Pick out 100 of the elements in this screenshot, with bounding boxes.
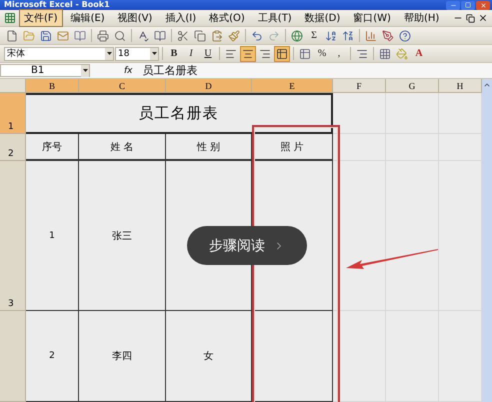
sheet-cell[interactable] xyxy=(333,93,386,134)
sort-descending-icon xyxy=(342,30,354,42)
column-header[interactable]: H xyxy=(439,79,482,93)
table-cell: 女 xyxy=(166,311,252,402)
new-file-icon xyxy=(6,30,18,42)
column-header[interactable]: F xyxy=(333,79,386,93)
align-icon xyxy=(225,48,237,60)
sheet-cell[interactable] xyxy=(333,311,386,402)
maximize-icon xyxy=(465,2,471,8)
sheet-cell[interactable] xyxy=(439,93,482,134)
table-title: 员工名册表 xyxy=(26,93,333,134)
spellcheck-icon xyxy=(137,30,149,42)
font-size-field[interactable]: 18 xyxy=(115,46,159,60)
merge-icon xyxy=(276,48,288,60)
column-header[interactable]: E xyxy=(252,79,333,93)
redo-icon xyxy=(268,30,280,42)
column-header[interactable]: G xyxy=(386,79,439,93)
paintbrush-icon xyxy=(228,30,240,42)
name-box[interactable]: B1 xyxy=(0,64,90,77)
table-cell: 张三 xyxy=(79,161,166,311)
close-icon xyxy=(480,2,486,8)
menu-item[interactable]: 格式(O) xyxy=(204,9,250,27)
sheet-cell[interactable] xyxy=(386,93,439,134)
table-header-cell: 姓 名 xyxy=(79,134,166,161)
copy-button[interactable] xyxy=(192,28,208,44)
font-style-button[interactable]: I xyxy=(183,46,199,62)
paste-icon xyxy=(211,30,223,42)
undo-icon xyxy=(251,30,263,42)
menu-item[interactable]: 插入(I) xyxy=(160,9,202,27)
align-icon xyxy=(259,48,271,60)
globe-icon xyxy=(291,30,303,42)
help-button[interactable] xyxy=(397,28,413,44)
book-icon xyxy=(154,30,166,42)
scissors-icon xyxy=(177,30,189,42)
menu-item[interactable]: 文件(F) xyxy=(19,9,63,27)
restore-icon[interactable] xyxy=(466,14,475,22)
table-header-cell: 性 别 xyxy=(166,134,252,161)
function-label[interactable]: fx xyxy=(124,66,132,76)
dropdown-button[interactable] xyxy=(81,64,89,76)
font-color-button[interactable]: A xyxy=(411,46,427,62)
printer-button[interactable] xyxy=(95,28,111,44)
printer-icon xyxy=(97,30,109,42)
table-cell: 2 xyxy=(26,311,79,402)
sheet-cell[interactable] xyxy=(439,311,482,402)
borders-icon xyxy=(379,48,391,60)
number-format-button[interactable]: % xyxy=(314,46,330,62)
dropdown-button[interactable] xyxy=(150,48,158,60)
close-icon[interactable] xyxy=(478,13,488,23)
sheet-cell[interactable] xyxy=(439,161,482,311)
menu-item[interactable]: 数据(D) xyxy=(300,9,346,27)
menu-item[interactable]: 工具(T) xyxy=(252,9,297,27)
caret-icon xyxy=(106,52,112,55)
align-button[interactable] xyxy=(240,46,256,62)
font-style-button[interactable]: B xyxy=(166,46,182,62)
column-header[interactable]: B xyxy=(26,79,79,93)
paint-bucket-icon xyxy=(396,48,408,60)
row-header[interactable]: 3 xyxy=(0,161,26,311)
step-reading-button[interactable]: 步骤阅读 xyxy=(187,226,307,265)
fill-color-button[interactable] xyxy=(394,46,410,62)
save-icon xyxy=(40,30,52,42)
menu-item[interactable]: 帮助(H) xyxy=(398,9,444,27)
caret-icon xyxy=(152,52,156,55)
drawing-button[interactable] xyxy=(380,28,396,44)
paintbrush-button[interactable] xyxy=(226,28,242,44)
sort-ascending-icon xyxy=(325,30,337,42)
chart-icon xyxy=(365,30,377,42)
column-header[interactable]: C xyxy=(79,79,166,93)
sheet-cell[interactable] xyxy=(333,134,386,161)
drawing-icon xyxy=(382,30,394,42)
table-cell: 1 xyxy=(26,161,79,311)
scroll-up-icon[interactable] xyxy=(483,81,491,89)
row-header[interactable]: 2 xyxy=(0,134,26,161)
menu-item[interactable]: 窗口(W) xyxy=(348,9,396,27)
maximize-button[interactable] xyxy=(461,0,475,10)
copy-icon xyxy=(194,30,206,42)
indent-icon xyxy=(356,48,368,60)
dropdown-button[interactable] xyxy=(105,48,113,60)
number-format-button[interactable]: , xyxy=(331,46,347,62)
caret-icon xyxy=(82,69,88,72)
sheet-cell[interactable] xyxy=(439,134,482,161)
menu-item[interactable]: 编辑(E) xyxy=(66,9,110,27)
font-field[interactable]: 宋体 xyxy=(4,46,114,60)
row-header[interactable]: 1 xyxy=(0,93,26,134)
menu-item[interactable]: 视图(V) xyxy=(112,9,158,27)
help-icon xyxy=(399,30,411,42)
spreadsheet-icon xyxy=(4,12,16,24)
formula-text[interactable]: 员工名册表 xyxy=(142,63,198,78)
column-header[interactable]: D xyxy=(166,79,252,93)
table-cell: 李四 xyxy=(79,311,166,402)
globe-button[interactable] xyxy=(289,28,305,44)
window-title: Microsoft Excel - Book1 xyxy=(4,0,110,10)
merge-center-button[interactable] xyxy=(274,46,290,62)
autosum-button[interactable]: Σ xyxy=(306,28,322,44)
book-icon xyxy=(74,30,86,42)
close-button[interactable] xyxy=(476,0,490,10)
table-header-cell: 照 片 xyxy=(252,134,333,161)
font-style-button[interactable]: U xyxy=(200,46,216,62)
table-header-cell: 序号 xyxy=(26,134,79,161)
align-icon xyxy=(242,48,254,60)
open-folder-icon xyxy=(23,30,35,42)
